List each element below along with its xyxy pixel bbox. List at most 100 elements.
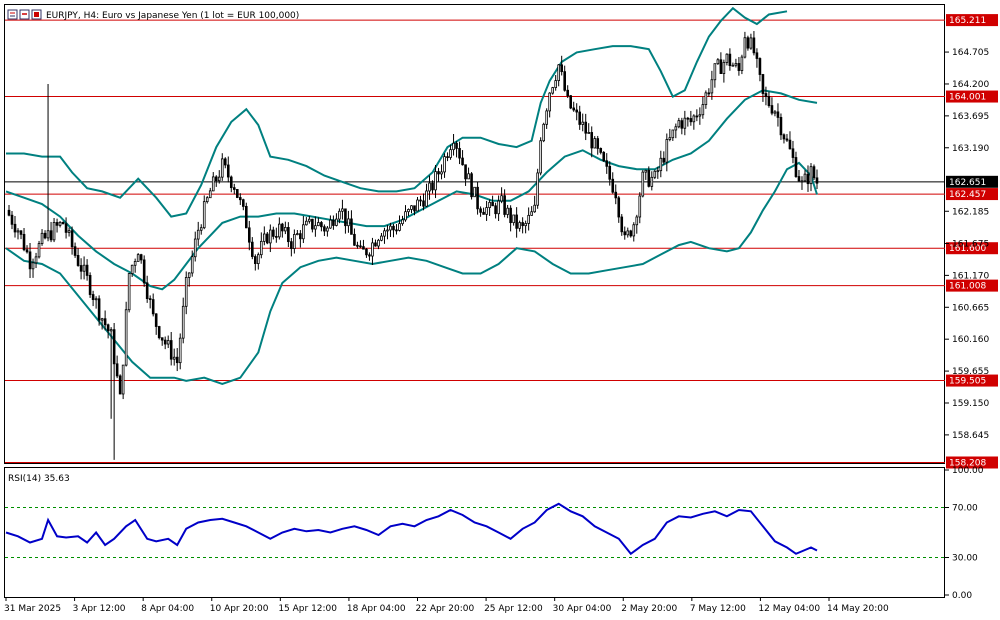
candle-up bbox=[809, 166, 813, 185]
candle-up bbox=[211, 176, 215, 192]
candle-down bbox=[695, 115, 699, 118]
candle-down bbox=[596, 138, 600, 149]
candle-down bbox=[728, 53, 732, 66]
candle-down bbox=[19, 230, 23, 235]
time-tick-label: 7 May 12:00 bbox=[690, 604, 746, 614]
candle-down bbox=[758, 58, 762, 75]
rsi-label: RSI(14) 35.63 bbox=[8, 474, 70, 484]
candle-down bbox=[464, 164, 467, 180]
candle-down bbox=[214, 176, 218, 182]
candle-down bbox=[794, 157, 798, 177]
candle-down bbox=[232, 187, 236, 190]
candle-up bbox=[773, 111, 777, 114]
candle-up bbox=[196, 229, 200, 240]
candle-down bbox=[491, 201, 494, 207]
candle-up bbox=[193, 238, 197, 258]
candle-down bbox=[287, 227, 290, 243]
candle-down bbox=[22, 233, 26, 251]
candle-up bbox=[587, 132, 591, 134]
candle-up bbox=[554, 80, 557, 88]
candle-down bbox=[458, 148, 461, 159]
candle-down bbox=[623, 231, 627, 236]
candle-down bbox=[160, 337, 164, 341]
candle-down bbox=[509, 207, 512, 224]
candle-down bbox=[64, 223, 68, 233]
candle-up bbox=[121, 364, 125, 395]
candle-up bbox=[668, 137, 672, 140]
candle-up bbox=[401, 219, 404, 225]
candle-up bbox=[434, 171, 437, 191]
candle-down bbox=[614, 191, 618, 199]
candle-up bbox=[293, 234, 296, 249]
candle-up bbox=[803, 173, 807, 182]
price-tick-label: 160.160 bbox=[952, 335, 989, 345]
candle-down bbox=[332, 219, 335, 226]
candle-down bbox=[323, 226, 326, 232]
candle-up bbox=[178, 337, 182, 364]
candle-up bbox=[725, 53, 729, 63]
candle-down bbox=[103, 318, 107, 326]
candle-down bbox=[617, 197, 621, 218]
candle-down bbox=[157, 326, 161, 339]
candle-up bbox=[731, 64, 735, 67]
candle-down bbox=[560, 64, 563, 73]
candle-down bbox=[55, 222, 59, 226]
candle-up bbox=[404, 211, 407, 221]
price-tick-label: 159.655 bbox=[952, 367, 989, 377]
candle-down bbox=[142, 259, 146, 284]
window-icon-2[interactable] bbox=[19, 9, 30, 20]
candle-up bbox=[527, 214, 530, 224]
candle-down bbox=[470, 173, 473, 198]
candle-down bbox=[235, 189, 239, 198]
candle-up bbox=[257, 254, 260, 264]
candle-down bbox=[365, 248, 368, 256]
candle-down bbox=[266, 233, 269, 244]
price-tick-label: 161.170 bbox=[952, 271, 989, 281]
candle-down bbox=[238, 197, 242, 201]
candle-down bbox=[112, 329, 116, 365]
candle-up bbox=[172, 356, 176, 360]
candle-down bbox=[151, 299, 155, 315]
level-badge-label: 159.505 bbox=[949, 377, 986, 387]
bollinger-bands bbox=[5, 6, 818, 386]
candle-down bbox=[154, 313, 158, 327]
rsi-tick-label: 70.00 bbox=[952, 504, 978, 514]
price-tick-label: 164.705 bbox=[952, 48, 989, 58]
candle-up bbox=[305, 220, 308, 226]
candle-down bbox=[97, 298, 101, 321]
time-tick-label: 31 Mar 2025 bbox=[4, 604, 61, 614]
candle-up bbox=[16, 230, 20, 233]
candle-down bbox=[737, 63, 741, 71]
candle-up bbox=[548, 92, 551, 112]
candle-up bbox=[136, 254, 140, 262]
window-icons bbox=[7, 9, 42, 20]
candle-up bbox=[166, 340, 170, 345]
candle-down bbox=[299, 233, 302, 240]
window-icon-1[interactable] bbox=[7, 9, 18, 20]
candle-up bbox=[94, 298, 98, 301]
candle-up bbox=[488, 201, 491, 209]
candle-up bbox=[37, 243, 41, 258]
price-tick-label: 160.665 bbox=[952, 303, 989, 313]
candle-down bbox=[569, 95, 572, 109]
candle-down bbox=[25, 249, 29, 253]
candle-down bbox=[13, 223, 17, 233]
candle-up bbox=[593, 138, 597, 149]
candle-down bbox=[275, 235, 278, 238]
candle-up bbox=[416, 199, 419, 212]
window-icon-3[interactable] bbox=[31, 9, 42, 20]
bollinger-upper bbox=[6, 6, 788, 218]
candle-up bbox=[716, 59, 720, 65]
candle-up bbox=[701, 104, 705, 116]
candle-up bbox=[133, 261, 137, 266]
candle-down bbox=[28, 251, 32, 270]
rsi-tick-label: 100.00 bbox=[952, 466, 984, 476]
candle-down bbox=[482, 211, 485, 215]
candle-down bbox=[311, 218, 314, 230]
candle-up bbox=[34, 256, 38, 264]
candle-down bbox=[746, 37, 750, 49]
candle-up bbox=[533, 204, 536, 213]
candle-up bbox=[641, 171, 645, 197]
price-tick-label: 162.185 bbox=[952, 207, 989, 217]
time-tick-label: 22 Apr 20:00 bbox=[416, 604, 475, 614]
